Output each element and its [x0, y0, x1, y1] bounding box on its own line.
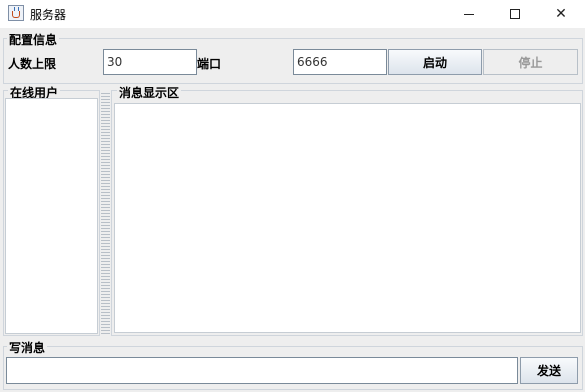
title-bar: 服务器 ✕ [0, 0, 585, 28]
max-users-field[interactable]: 30 [103, 49, 197, 75]
send-button[interactable]: 发送 [520, 357, 578, 384]
stop-button[interactable]: 停止 [483, 49, 578, 75]
window-title: 服务器 [30, 8, 67, 22]
close-button[interactable]: ✕ [538, 0, 584, 28]
java-app-icon [8, 5, 24, 21]
maximize-icon [510, 9, 520, 19]
window-content: 配置信息 人数上限 30 端口 6666 启动 停止 在线用户 消息显示区 写消… [0, 28, 585, 392]
message-display-area[interactable] [114, 103, 581, 333]
config-group-label: 配置信息 [7, 31, 60, 48]
split-pane-divider[interactable] [101, 91, 110, 334]
online-users-list[interactable] [5, 98, 98, 334]
port-field[interactable]: 6666 [293, 49, 387, 75]
compose-group-label: 写消息 [7, 339, 48, 356]
max-users-label: 人数上限 [8, 57, 57, 71]
message-display-label: 消息显示区 [117, 84, 182, 101]
start-button[interactable]: 启动 [388, 49, 482, 75]
minimize-button[interactable] [446, 0, 492, 28]
close-icon: ✕ [555, 6, 567, 22]
port-label: 端口 [197, 57, 222, 71]
maximize-button[interactable] [492, 0, 538, 28]
compose-message-input[interactable] [6, 357, 518, 384]
minimize-icon [464, 13, 474, 15]
